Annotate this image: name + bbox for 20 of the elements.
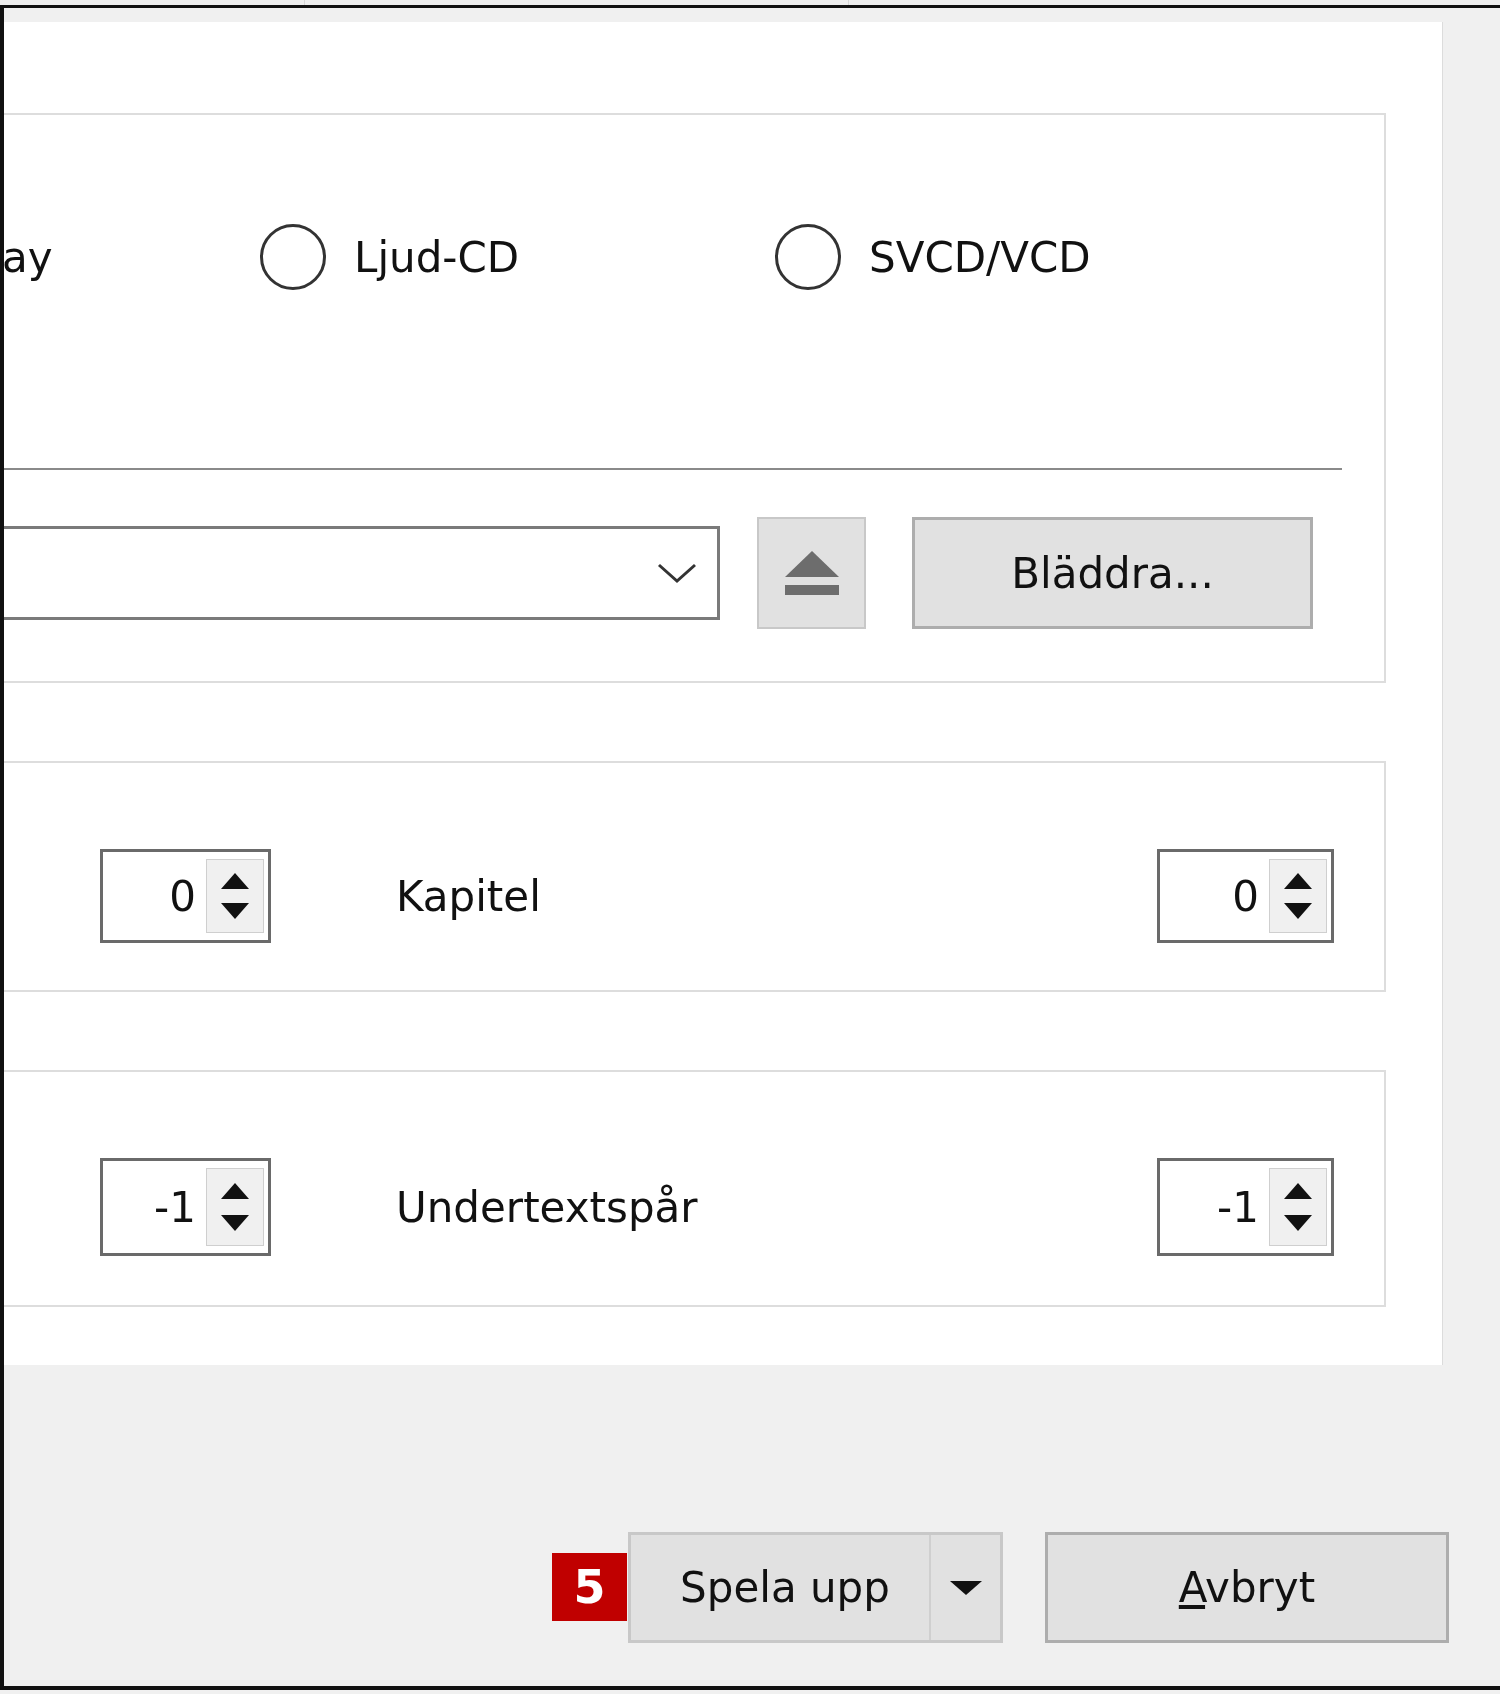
field-label: Kapitel bbox=[396, 871, 541, 921]
spin-arrows[interactable] bbox=[206, 1168, 264, 1246]
spin-arrows[interactable] bbox=[1269, 859, 1327, 933]
chevron-down-icon bbox=[657, 562, 697, 584]
field-label: Undertextspår bbox=[396, 1182, 698, 1232]
radio-label[interactable]: SVCD/VCD bbox=[869, 232, 1091, 282]
caret-icon bbox=[948, 1579, 983, 1596]
browse-button[interactable]: Bläddra... bbox=[912, 517, 1313, 629]
spin-box[interactable]: -1 bbox=[1157, 1158, 1334, 1256]
spin-box[interactable]: 0 bbox=[100, 849, 271, 943]
cancel-button[interactable]: Avbryt bbox=[1045, 1532, 1449, 1643]
radio-label[interactable]: ay bbox=[4, 232, 53, 282]
device-dropdown[interactable] bbox=[4, 526, 720, 620]
spin-box[interactable]: 0 bbox=[1157, 849, 1334, 943]
number-badge: 5 bbox=[552, 1553, 627, 1621]
spin-arrows[interactable] bbox=[206, 859, 264, 933]
eject-button[interactable] bbox=[757, 517, 866, 629]
spin-box[interactable]: -1 bbox=[100, 1158, 271, 1256]
spin-arrows[interactable] bbox=[1269, 1168, 1327, 1246]
radio-label[interactable]: Ljud-CD bbox=[354, 232, 520, 282]
